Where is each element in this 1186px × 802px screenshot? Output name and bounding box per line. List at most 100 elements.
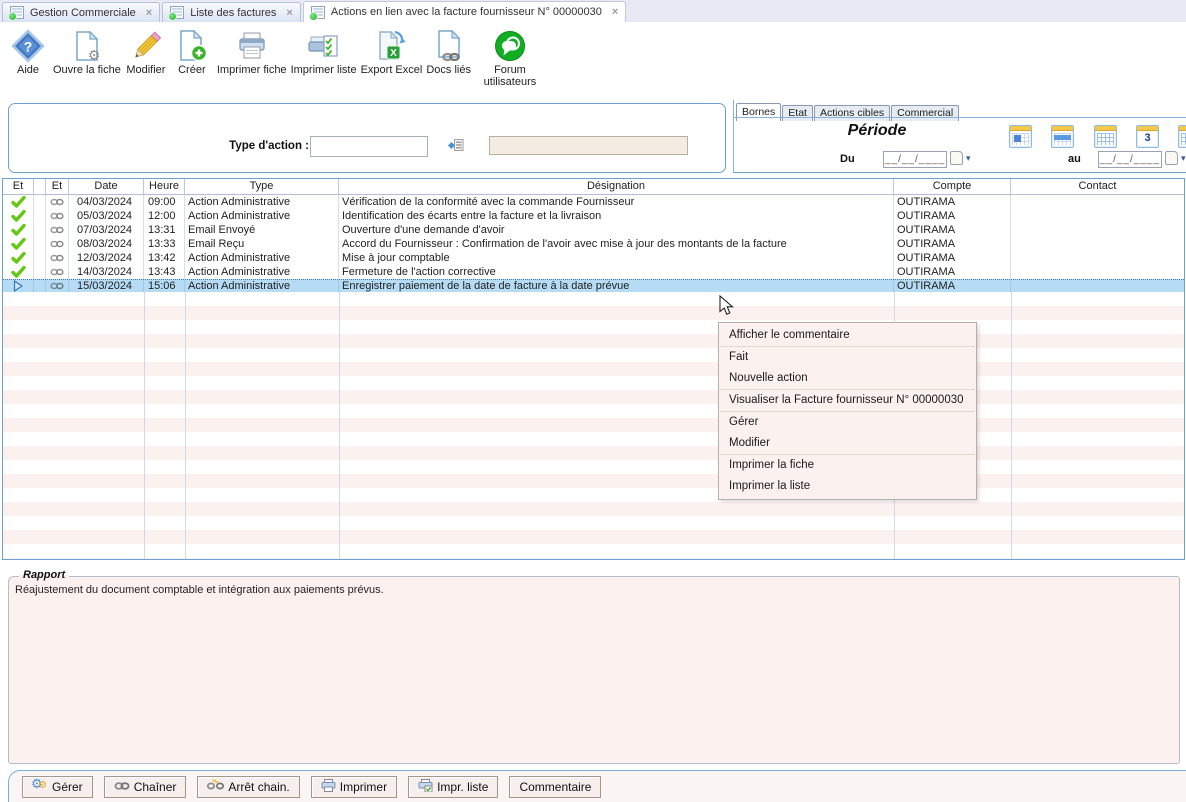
- svg-text:X: X: [391, 48, 398, 59]
- cell-designation: Fermeture de l'action corrective: [339, 265, 894, 279]
- tab-label: Actions en lien avec la facture fourniss…: [331, 6, 602, 18]
- table-row[interactable]: 05/03/2024 12:00 Action Administrative I…: [3, 209, 1184, 223]
- calendar-week-button[interactable]: [1051, 125, 1074, 148]
- col-header-designation[interactable]: Désignation: [339, 179, 894, 194]
- table-header: Et Et Date Heure Type Désignation Compte…: [3, 179, 1184, 195]
- gerer-button[interactable]: ⚙⚙ Gérer: [22, 776, 93, 798]
- cell-date: 04/03/2024: [69, 195, 144, 209]
- table-row[interactable]: 14/03/2024 13:43 Action Administrative F…: [3, 265, 1184, 279]
- col-header-compte[interactable]: Compte: [894, 179, 1011, 194]
- tab-label: Gestion Commerciale: [30, 7, 136, 19]
- cell-contact: [1011, 251, 1184, 265]
- type-action-input[interactable]: [310, 136, 428, 157]
- modify-button[interactable]: Modifier: [125, 28, 167, 76]
- chain-icon: [114, 780, 130, 794]
- cell-designation: Identification des écarts entre la factu…: [339, 209, 894, 223]
- print-list-button[interactable]: Imprimer liste: [291, 28, 357, 76]
- menu-item-nouvelle-action[interactable]: Nouvelle action: [719, 368, 976, 389]
- table-row[interactable]: 08/03/2024 13:33 Email Reçu Accord du Fo…: [3, 237, 1184, 251]
- excel-export-button[interactable]: X Export Excel: [361, 28, 423, 76]
- du-label: Du: [840, 153, 855, 165]
- rapport-legend: Rapport: [19, 569, 69, 581]
- chainer-button[interactable]: Chaîner: [104, 776, 187, 798]
- calendar-month-button[interactable]: [1094, 125, 1117, 148]
- imprimer-button[interactable]: Imprimer: [311, 776, 397, 798]
- date-to-input[interactable]: __/__/____: [1098, 151, 1162, 168]
- tab-etat[interactable]: Etat: [782, 105, 813, 121]
- commentaire-button[interactable]: Commentaire: [509, 776, 601, 798]
- menu-item-gerer[interactable]: Gérer: [719, 412, 976, 433]
- cell-compte: OUTIRAMA: [894, 251, 1011, 265]
- menu-item-visualiser-facture[interactable]: Visualiser la Facture fournisseur N° 000…: [719, 390, 976, 411]
- tab-actions-facture[interactable]: Actions en lien avec la facture fourniss…: [303, 1, 626, 22]
- date-from-input[interactable]: __/__/____: [883, 151, 947, 168]
- calendar-quarter-button[interactable]: 3: [1136, 125, 1159, 148]
- rapport-text[interactable]: Réajustement du document comptable et in…: [9, 577, 1179, 597]
- toolbar-label: Forum utilisateurs: [475, 64, 545, 89]
- tab-commercial[interactable]: Commercial: [891, 105, 959, 121]
- open-record-button[interactable]: ⚙ Ouvre la fiche: [53, 28, 121, 76]
- cell-heure: 15:06: [144, 280, 185, 292]
- cell-type: Action Administrative: [185, 251, 339, 265]
- cell-contact: [1011, 209, 1184, 223]
- tab-gestion-commerciale[interactable]: Gestion Commerciale ×: [2, 2, 160, 22]
- arret-chainage-button[interactable]: Arrêt chain.: [197, 776, 299, 798]
- chain-link-icon: [46, 223, 69, 237]
- period-panel: Bornes Etat Actions cibles Commercial Pé…: [733, 100, 1186, 173]
- col-header-date[interactable]: Date: [69, 179, 144, 194]
- table-row[interactable]: 07/03/2024 13:31 Email Envoyé Ouverture …: [3, 223, 1184, 237]
- col-header-type[interactable]: Type: [185, 179, 339, 194]
- col-header-heure[interactable]: Heure: [144, 179, 185, 194]
- cell-compte: OUTIRAMA: [894, 195, 1011, 209]
- col-header-contact[interactable]: Contact: [1011, 179, 1184, 194]
- menu-item-imprimer-fiche[interactable]: Imprimer la fiche: [719, 455, 976, 476]
- table-row[interactable]: 04/03/2024 09:00 Action Administrative V…: [3, 195, 1184, 209]
- lookup-list-icon[interactable]: [446, 138, 464, 157]
- menu-item-fait[interactable]: Fait: [719, 347, 976, 368]
- excel-export-icon: X: [374, 28, 408, 63]
- table-row[interactable]: 12/03/2024 13:42 Action Administrative M…: [3, 251, 1184, 265]
- print-record-icon: [235, 28, 269, 63]
- col-header-chain[interactable]: Et: [46, 179, 69, 194]
- row-context-menu: Afficher le commentaire Fait Nouvelle ac…: [718, 322, 977, 500]
- date-to-picker[interactable]: ▾: [1165, 151, 1186, 165]
- close-icon[interactable]: ×: [146, 7, 152, 19]
- cell-designation: Accord du Fournisseur : Confirmation de …: [339, 237, 894, 251]
- help-button[interactable]: ? Aide: [7, 28, 49, 76]
- print-record-button[interactable]: Imprimer fiche: [217, 28, 287, 76]
- imprimer-liste-button[interactable]: Impr. liste: [408, 776, 498, 798]
- document-tabbar: Gestion Commerciale × Liste des factures…: [0, 0, 1186, 24]
- toolbar-label: Export Excel: [361, 64, 423, 76]
- toolbar-label: Aide: [17, 64, 39, 76]
- menu-item-imprimer-liste[interactable]: Imprimer la liste: [719, 476, 976, 497]
- col-header-blank[interactable]: [34, 179, 46, 194]
- mouse-cursor: [719, 295, 735, 316]
- table-row-selected[interactable]: 15/03/2024 15:06 Action Administrative E…: [3, 279, 1184, 293]
- create-button[interactable]: Créer: [171, 28, 213, 76]
- user-forum-button[interactable]: Forum utilisateurs: [475, 28, 545, 89]
- tab-actions-cibles[interactable]: Actions cibles: [814, 105, 890, 121]
- cell-compte: OUTIRAMA: [894, 280, 1011, 292]
- chevron-down-icon: ▾: [1181, 153, 1186, 164]
- col-header-status[interactable]: Et: [3, 179, 34, 194]
- gears-icon: ⚙⚙: [32, 780, 48, 794]
- cell-heure: 13:31: [144, 223, 185, 237]
- tab-liste-des-factures[interactable]: Liste des factures ×: [162, 2, 301, 22]
- calendar-day-button[interactable]: [1009, 125, 1032, 148]
- close-icon[interactable]: ×: [612, 6, 618, 18]
- calendar-year-button[interactable]: [1178, 125, 1186, 148]
- cell-contact: [1011, 280, 1184, 292]
- close-icon[interactable]: ×: [286, 7, 292, 19]
- linked-docs-button[interactable]: Docs liés: [426, 28, 471, 76]
- period-tabstrip: Bornes Etat Actions cibles Commercial: [736, 103, 960, 121]
- menu-item-modifier[interactable]: Modifier: [719, 433, 976, 454]
- help-icon: ?: [11, 28, 45, 63]
- toolbar-label: Imprimer liste: [291, 64, 357, 76]
- date-from-picker[interactable]: ▾: [950, 151, 971, 165]
- cell-heure: 12:00: [144, 209, 185, 223]
- toolbar-label: Docs liés: [426, 64, 471, 76]
- cell-date: 07/03/2024: [69, 223, 144, 237]
- chain-link-icon: [46, 265, 69, 279]
- tab-bornes[interactable]: Bornes: [736, 103, 781, 121]
- menu-item-afficher-commentaire[interactable]: Afficher le commentaire: [719, 325, 976, 346]
